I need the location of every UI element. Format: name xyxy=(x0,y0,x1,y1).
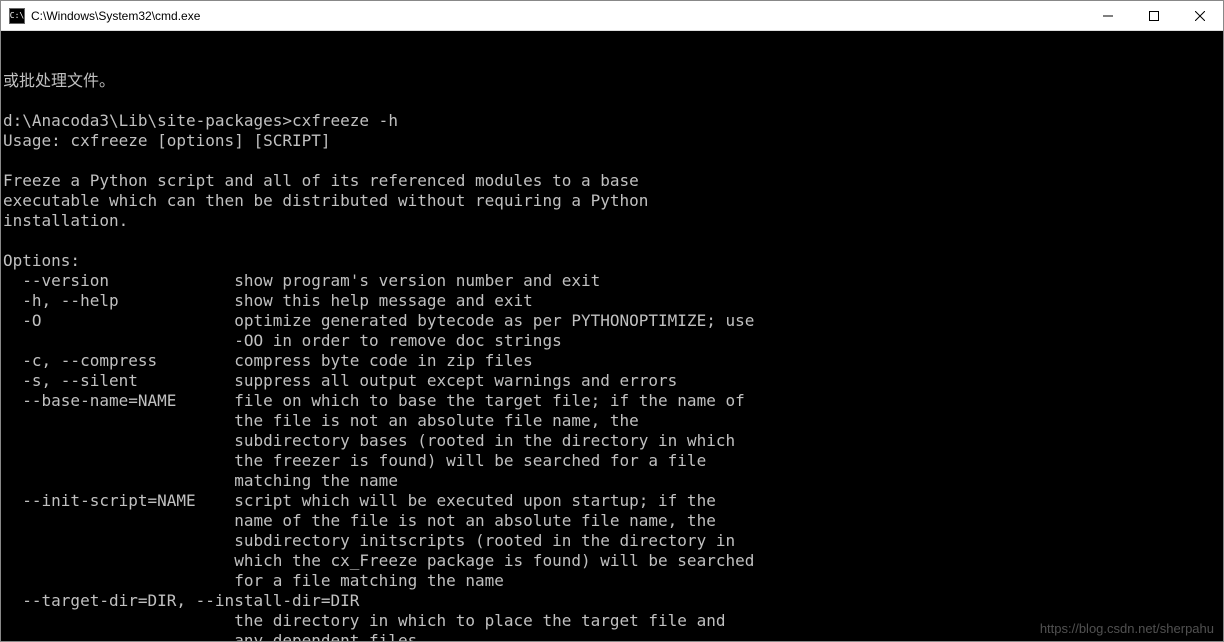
window-title: C:\Windows\System32\cmd.exe xyxy=(31,9,1085,23)
window-controls xyxy=(1085,1,1223,30)
cmd-window: C:\ C:\Windows\System32\cmd.exe 或批处理文件。 … xyxy=(0,0,1224,642)
terminal-area[interactable]: 或批处理文件。 d:\Anacoda3\Lib\site-packages>cx… xyxy=(1,31,1223,641)
cmd-icon: C:\ xyxy=(9,8,25,24)
terminal-output: 或批处理文件。 d:\Anacoda3\Lib\site-packages>cx… xyxy=(3,71,1221,641)
titlebar[interactable]: C:\ C:\Windows\System32\cmd.exe xyxy=(1,1,1223,31)
maximize-button[interactable] xyxy=(1131,1,1177,30)
minimize-button[interactable] xyxy=(1085,1,1131,30)
close-button[interactable] xyxy=(1177,1,1223,30)
